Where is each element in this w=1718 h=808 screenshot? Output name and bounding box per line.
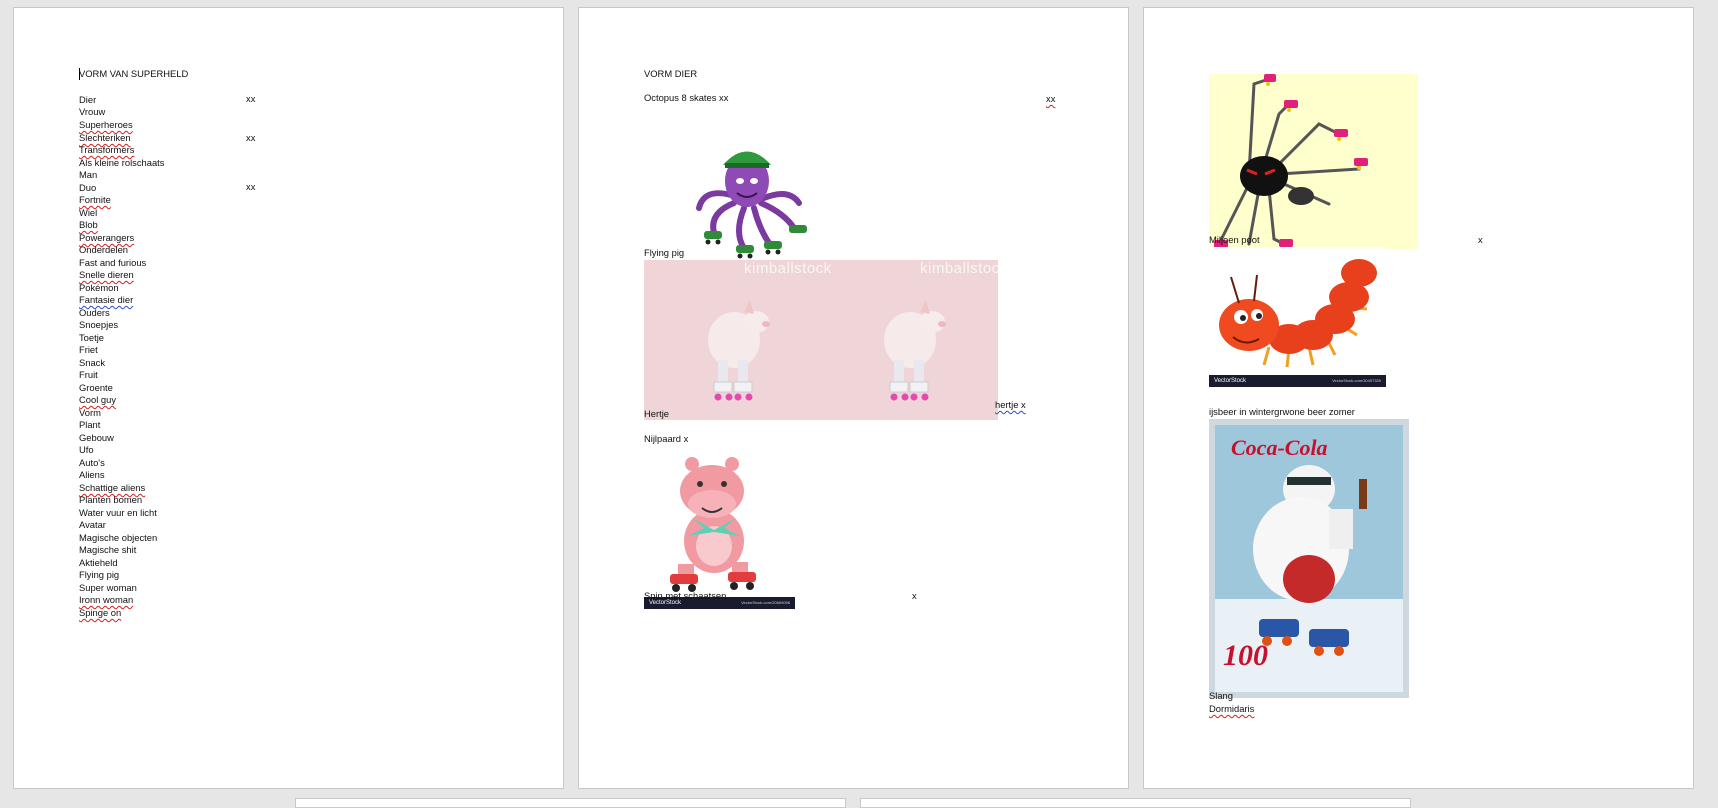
list-item: Onderdelen (79, 244, 128, 255)
coca-cola-bear-image[interactable]: Coca-Cola 100 (1209, 419, 1409, 698)
list-item: Wiel (79, 207, 98, 218)
hertje-label: Hertje (644, 408, 670, 419)
list-item: Als kleine rolschaats (79, 157, 165, 168)
list-item: Avatar (79, 519, 106, 530)
list-item: Super woman (79, 582, 137, 593)
flying-pig-label: Flying pig (644, 247, 685, 258)
nijlpaard-label: Nijlpaard x (644, 433, 689, 444)
list-item: Magische shit (79, 544, 137, 555)
list-item: Flying pig (79, 569, 120, 580)
list-item: Vorm (79, 407, 101, 418)
list-item: Friet (79, 344, 98, 355)
list-item: Planten bomen (79, 494, 143, 505)
list-item: Plant (79, 419, 101, 430)
list-item: Spinge on (79, 607, 122, 618)
list-item: Groente (79, 382, 113, 393)
list-item: Cool guy (79, 394, 117, 405)
list-item: Water vuur en licht (79, 507, 157, 518)
document-page-3[interactable]: Miljoen poot x VectorStock VectorStock.co… (1143, 7, 1694, 789)
list-item: Fruit (79, 369, 98, 380)
list-item: Superheroes (79, 119, 133, 130)
list-item: Magische objecten (79, 532, 158, 543)
list-item: Fast and furious (79, 257, 147, 268)
octopus-mark: xx (1046, 93, 1056, 104)
spin-label: Spin met schaatsen (644, 590, 727, 601)
miljoen-poot-label: Miljoen poot (1209, 234, 1260, 245)
list-item: Fortnite (79, 194, 111, 205)
document-page-1[interactable]: VORM VAN SUPERHELD Dier Vrouw Superheroes S… (13, 7, 564, 789)
octopus-line: Octopus 8 skates xx (644, 92, 729, 103)
mark-xx: xx (246, 181, 256, 192)
document-page-2[interactable]: VORM DIER Octopus 8 skates xx xx Flying … (578, 7, 1129, 789)
list-item: Ufo (79, 444, 94, 455)
page-title: VORM DIER (644, 68, 698, 79)
list-item: Slechteriken (79, 132, 131, 143)
spider-skates-image[interactable] (1209, 74, 1418, 249)
next-page-stub (860, 798, 1411, 808)
list-item: Dier (79, 94, 97, 105)
mark-xx: xx (246, 132, 256, 143)
list-item: Ouders (79, 307, 110, 318)
mark-xx: xx (246, 93, 256, 104)
coca-cola-100: 100 (1223, 639, 1268, 672)
list-item: Aliens (79, 469, 105, 480)
dormidaris-label: Dormidaris (1209, 703, 1255, 714)
hippo-skates-image[interactable]: VectorStock VectorStock.com/20669098 (644, 446, 795, 609)
page-title: VORM VAN SUPERHELD (79, 68, 189, 79)
hertje-side-text: hertje x (995, 399, 1026, 410)
list-item: Duo (79, 182, 97, 193)
list-item: Gebouw (79, 432, 114, 443)
list-item: Snoepjes (79, 319, 119, 330)
miljoen-poot-mark: x (1478, 234, 1483, 245)
list-item: Snack (79, 357, 106, 368)
list-item: Ironn woman (79, 594, 134, 605)
list-item: Transformers (79, 144, 135, 155)
list-item: Blob (79, 219, 98, 230)
ijsbeer-label: ijsbeer in wintergrwone beer zomer (1209, 406, 1355, 417)
list-item: Toetje (79, 332, 105, 343)
list-item: Auto's (79, 457, 105, 468)
list-item: Pokémon (79, 282, 119, 293)
list-item: Man (79, 169, 98, 180)
flying-pig-image[interactable]: kimballstock kimballstock (644, 260, 998, 420)
list-item: Fantasie dier (79, 294, 134, 305)
centipede-image[interactable]: VectorStock VectorStock.com/30497339 (1209, 247, 1386, 387)
list-item: Vrouw (79, 106, 106, 117)
octopus-skates-image[interactable] (689, 133, 824, 268)
next-page-stub (295, 798, 846, 808)
list-item: Aktieheld (79, 557, 118, 568)
slang-label: Slang (1209, 690, 1233, 701)
list-item: Schattige aliens (79, 482, 146, 493)
list-item: Snelle dieren (79, 269, 134, 280)
coca-cola-logo: Coca-Cola (1231, 435, 1328, 460)
list-item: Powerangers (79, 232, 135, 243)
vectorstock-bar: VectorStock VectorStock.com/30497339 (1209, 375, 1386, 387)
spin-mark: x (912, 590, 917, 601)
